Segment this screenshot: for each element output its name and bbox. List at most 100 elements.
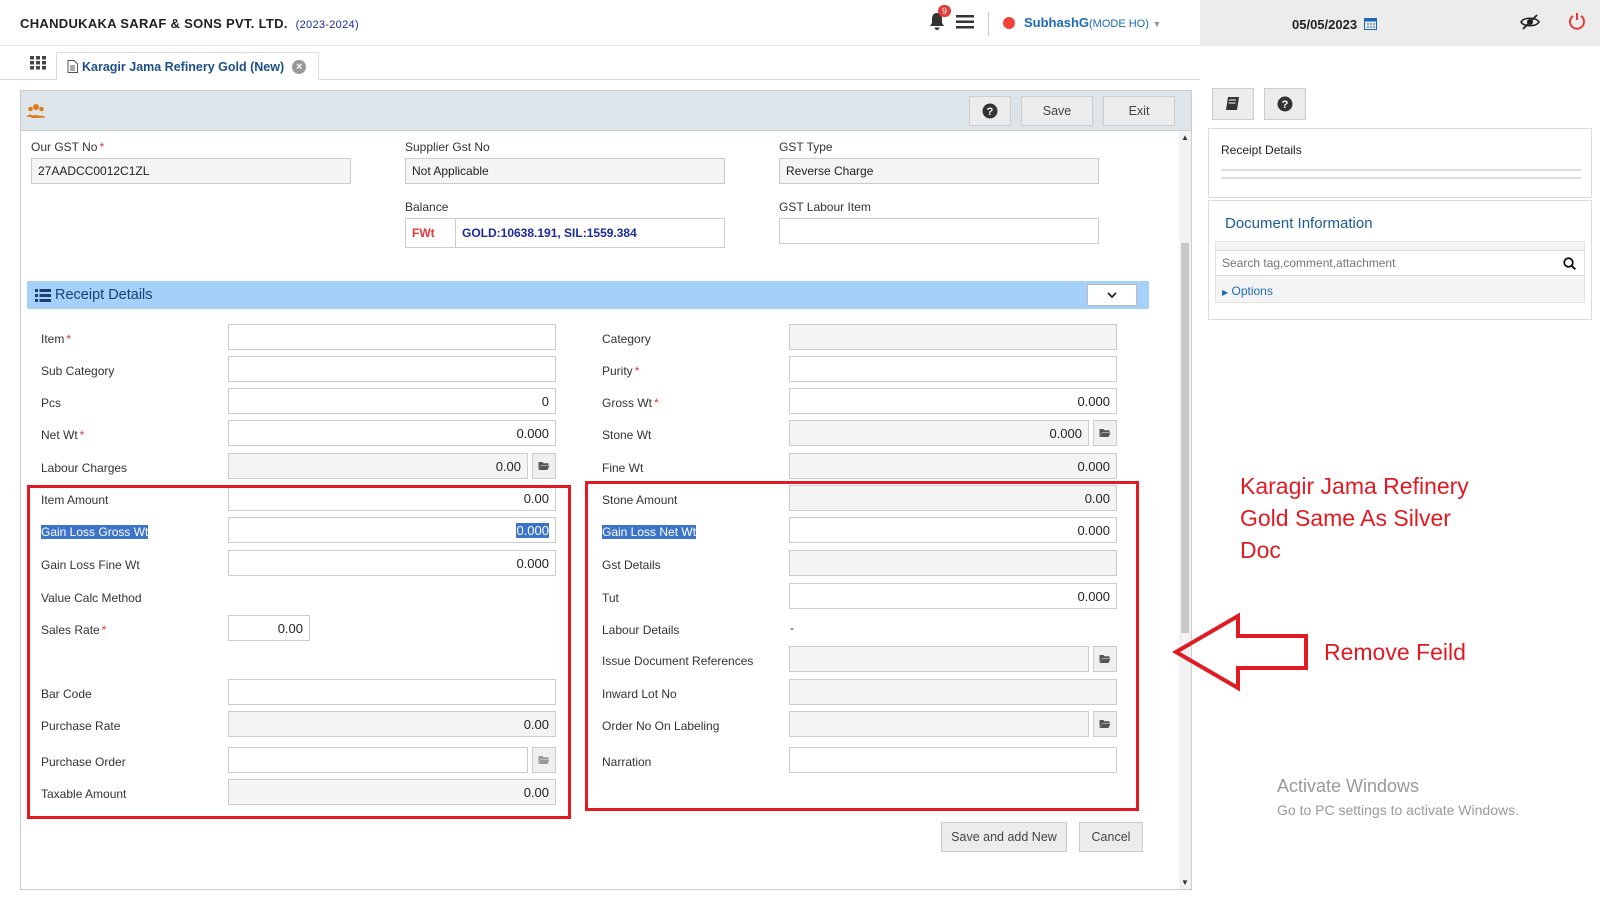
required-marker: *	[99, 140, 105, 154]
stone-wt-lookup-button[interactable]	[1093, 420, 1117, 446]
scroll-down-icon[interactable]: ▼	[1181, 878, 1189, 887]
notification-badge: 9	[938, 5, 952, 17]
svg-text:?: ?	[987, 106, 994, 118]
folder-open-icon	[538, 462, 550, 470]
question-icon: ?	[982, 103, 998, 119]
divider	[1221, 177, 1581, 179]
search-icon[interactable]	[1563, 257, 1576, 270]
balance-tag: FWt	[406, 219, 456, 247]
our-gst-label: Our GST No *	[31, 140, 104, 154]
our-gst-field[interactable]: 27AADCC0012C1ZL	[31, 158, 351, 184]
calendar-icon[interactable]	[1364, 17, 1377, 30]
gross-wt-field[interactable]: 0.000	[789, 388, 1117, 414]
category-field[interactable]	[789, 324, 1117, 350]
tab-strip: Karagir Jama Refinery Gold (New) ×	[0, 46, 1200, 80]
purity-field[interactable]	[789, 356, 1117, 382]
options-toggle[interactable]: ▶ Options	[1222, 284, 1273, 298]
annotation-note-2: Remove Feild	[1324, 639, 1466, 665]
item-field[interactable]	[228, 324, 556, 350]
balance-label: Balance	[405, 200, 449, 214]
annotation-arrow-icon	[1172, 612, 1308, 692]
options-label: Options	[1231, 284, 1273, 298]
current-date: 05/05/2023	[1292, 17, 1358, 32]
book-button[interactable]	[1212, 88, 1254, 120]
receipt-details-card: Receipt Details	[1208, 128, 1592, 198]
document-info-card: Document Information ▶ Options	[1208, 200, 1592, 320]
exit-button[interactable]: Exit	[1103, 96, 1175, 126]
annotation-note-1: Karagir Jama Refinery Gold Same As Silve…	[1240, 470, 1469, 566]
fine-wt-field[interactable]: 0.000	[789, 453, 1117, 479]
gst-labour-item-field[interactable]	[779, 218, 1099, 244]
required-marker: *	[634, 364, 640, 378]
net-wt-label-text: Net Wt	[41, 428, 78, 442]
sub-category-label: Sub Category	[41, 364, 115, 378]
stone-wt-label: Stone Wt	[602, 428, 652, 442]
annotation-line: Karagir Jama Refinery	[1240, 473, 1469, 499]
doc-search-box[interactable]	[1216, 250, 1584, 276]
labour-charges-lookup-button[interactable]	[532, 453, 556, 479]
chevron-down-icon	[1107, 292, 1117, 298]
svg-text:?: ?	[1282, 99, 1289, 111]
list-icon	[35, 288, 51, 302]
document-icon	[67, 60, 78, 73]
power-icon[interactable]	[1568, 12, 1586, 30]
separator	[988, 12, 989, 36]
net-wt-field[interactable]: 0.000	[228, 420, 556, 446]
eye-slash-icon[interactable]	[1520, 14, 1540, 30]
users-icon	[27, 104, 45, 118]
help-button[interactable]: ?	[969, 96, 1011, 126]
scrollbar[interactable]: ▲ ▼	[1179, 131, 1191, 889]
question-icon: ?	[1277, 96, 1293, 112]
purity-label: Purity *	[602, 364, 639, 378]
our-gst-label-text: Our GST No	[31, 140, 98, 154]
top-bar: CHANDUKAKA SARAF & SONS PVT. LTD. (2023-…	[0, 0, 1200, 46]
labour-charges-label: Labour Charges	[41, 461, 128, 475]
item-label: Item *	[41, 332, 71, 346]
gst-type-field[interactable]: Reverse Charge	[779, 158, 1099, 184]
user-mode: (MODE HO)	[1089, 18, 1149, 30]
save-and-add-new-button[interactable]: Save and add New	[941, 822, 1067, 852]
receipt-details-section[interactable]: Receipt Details	[27, 281, 1149, 309]
document-info-title: Document Information	[1225, 215, 1373, 232]
user-menu[interactable]: SubhashG(MODE HO) ▼	[1024, 15, 1161, 30]
close-icon[interactable]: ×	[292, 59, 307, 74]
supplier-gst-field[interactable]: Not Applicable	[405, 158, 725, 184]
annotation-line: Gold Same As Silver	[1240, 505, 1451, 531]
balance-box: FWt GOLD:10638.191, SIL:1559.384	[405, 218, 725, 248]
net-wt-label: Net Wt *	[41, 428, 84, 442]
company-title: CHANDUKAKA SARAF & SONS PVT. LTD.	[20, 16, 288, 31]
gross-wt-label-text: Gross Wt	[602, 396, 652, 410]
section-select[interactable]	[1087, 284, 1137, 306]
divider	[1221, 169, 1581, 171]
gst-labour-item-label: GST Labour Item	[779, 200, 871, 214]
watermark-subtitle: Go to PC settings to activate Windows.	[1277, 802, 1519, 818]
save-button[interactable]: Save	[1021, 96, 1093, 126]
gst-type-label: GST Type	[779, 140, 833, 154]
form-toolbar: ? Save Exit	[21, 91, 1191, 131]
scroll-thumb[interactable]	[1181, 243, 1189, 633]
sub-category-field[interactable]	[228, 356, 556, 382]
labour-charges-field[interactable]: 0.00	[228, 453, 528, 479]
main-form: ? Save Exit ▲ ▼ Our GST No * 27AADCC0012C…	[20, 90, 1192, 890]
fiscal-year: (2023-2024)	[295, 19, 359, 31]
caret-right-icon: ▶	[1222, 288, 1229, 297]
required-marker: *	[66, 332, 72, 346]
right-help-button[interactable]: ?	[1264, 88, 1306, 120]
annotation-box-left	[27, 485, 571, 819]
menu-list-icon[interactable]	[956, 14, 974, 30]
folder-open-icon	[1099, 429, 1111, 437]
stone-wt-field[interactable]: 0.000	[789, 420, 1089, 446]
receipt-details-title: Receipt Details	[1221, 143, 1302, 157]
company-name: CHANDUKAKA SARAF & SONS PVT. LTD. (2023-…	[20, 16, 359, 31]
grid-menu-icon[interactable]	[30, 56, 46, 70]
scroll-up-icon[interactable]: ▲	[1181, 133, 1189, 142]
cancel-button[interactable]: Cancel	[1079, 822, 1143, 852]
pcs-field[interactable]: 0	[228, 388, 556, 414]
gross-wt-label: Gross Wt *	[602, 396, 659, 410]
annotation-line: Doc	[1240, 537, 1281, 563]
tab-karagir-jama[interactable]: Karagir Jama Refinery Gold (New) ×	[56, 52, 320, 80]
user-name: SubhashG	[1024, 15, 1090, 30]
pcs-label: Pcs	[41, 396, 62, 410]
annotation-box-right	[585, 481, 1139, 811]
doc-search-input[interactable]	[1222, 254, 1552, 272]
